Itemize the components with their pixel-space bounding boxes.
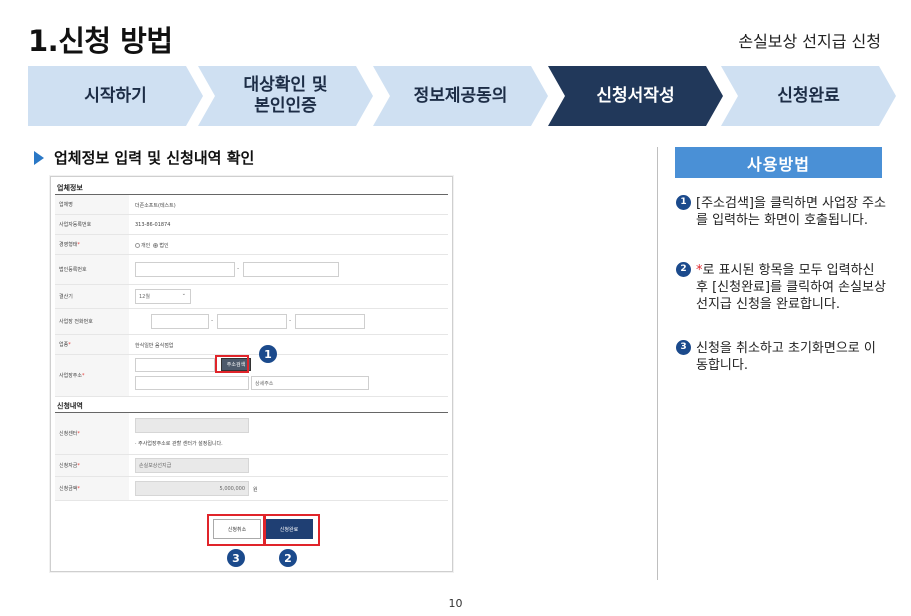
required-mark: *	[82, 372, 85, 379]
corp-reg-no-dash: -	[237, 265, 240, 272]
form-screenshot: 업체정보 업체명 더존소프트(테스트) 사업자등록번호 313-86-01874…	[50, 176, 453, 572]
badge-2: 2	[279, 549, 297, 567]
instruction-2: 2 *로 표시된 항목을 모두 입력하신 후 [신청완료]를 클릭하여 손실보상…	[676, 262, 886, 313]
phone-label: 사업장 전화번호	[55, 309, 129, 334]
industry-label: 업종 *	[55, 335, 129, 354]
industry-value: 한식일반 음식점업	[135, 343, 174, 349]
instruction-2-text: *로 표시된 항목을 모두 입력하신 후 [신청완료]를 클릭하여 손실보상 선…	[696, 262, 886, 313]
biz-reg-no-label: 사업자등록번호	[55, 215, 129, 234]
step-progress-bar: 시작하기 대상확인 및 본인인증 정보제공동의 신청서작성 신청완료	[28, 66, 896, 126]
phone-dash-2: -	[289, 317, 292, 324]
instruction-1-text: [주소검색]을 클릭하면 사업장 주소를 입력하는 화면이 호출됩니다.	[696, 196, 886, 228]
phone-input-3[interactable]	[295, 314, 365, 329]
biz-reg-no-value: 313-86-01874	[135, 222, 171, 228]
triangle-bullet-icon	[34, 150, 44, 165]
address-detail-input[interactable]: 상세주소	[251, 376, 369, 390]
instruction-1-badge: 1	[676, 195, 691, 210]
zip-code-input[interactable]	[135, 358, 215, 372]
row-apply-center: 신청센터 * · 주사업장주소로 관할 센터가 설정됩니다.	[55, 413, 448, 455]
phone-input-2[interactable]	[217, 314, 287, 329]
fiscal-month-select[interactable]: 12월 ⌄	[135, 289, 191, 304]
corp-reg-no-input-1[interactable]	[135, 262, 235, 277]
step-5-label: 신청완료	[777, 85, 840, 106]
step-4-label: 신청서작성	[596, 85, 675, 106]
instruction-3: 3 신청을 취소하고 초기화면으로 이동합니다.	[676, 340, 886, 374]
required-mark: *	[77, 430, 80, 437]
corp-reg-no-label: 법인등록번호	[55, 255, 129, 284]
row-apply-fund: 신청자금 * 손실보상선지급	[55, 455, 448, 477]
address-label: 사업장주소 *	[55, 355, 129, 396]
section-heading: 업체정보 입력 및 신청내역 확인	[34, 147, 254, 168]
corp-reg-no-input-2[interactable]	[243, 262, 339, 277]
step-3: 정보제공동의	[373, 66, 548, 126]
apply-fund-label: 신청자금 *	[55, 455, 129, 476]
apply-center-label: 신청센터 *	[55, 413, 129, 454]
apply-amount-field: 5,000,000	[135, 481, 249, 496]
apply-center-label-text: 신청센터	[59, 431, 78, 437]
address-search-highlight	[215, 355, 249, 373]
address-input[interactable]	[135, 376, 249, 390]
cancel-highlight	[207, 514, 266, 546]
row-biz-type: 경영형태 * 개인 법인	[55, 235, 448, 255]
address-label-text: 사업장주소	[59, 373, 83, 379]
usage-header: 사용방법	[675, 147, 882, 178]
step-3-label: 정보제공동의	[413, 85, 508, 106]
page-number: 10	[448, 597, 463, 610]
company-info-title: 업체정보	[57, 184, 83, 192]
required-mark: *	[77, 241, 80, 248]
radio-individual[interactable]	[135, 243, 140, 248]
row-company-name: 업체명 더존소프트(테스트)	[55, 195, 448, 215]
company-name-label: 업체명	[55, 195, 129, 214]
radio-corporation[interactable]	[153, 243, 159, 248]
vertical-divider	[657, 147, 658, 580]
phone-dash-1: -	[211, 317, 214, 324]
biz-type-label: 경영형태 *	[55, 235, 129, 254]
apply-amount-label: 신청금액 *	[55, 477, 129, 500]
row-fiscal-month: 결산기 12월 ⌄	[55, 285, 448, 309]
row-industry: 업종 * 한식일반 음식점업	[55, 335, 448, 355]
apply-amount-label-text: 신청금액	[59, 486, 78, 492]
row-corp-reg-no: 법인등록번호 -	[55, 255, 448, 285]
instruction-3-badge: 3	[676, 340, 691, 355]
step-2: 대상확인 및 본인인증	[198, 66, 373, 126]
row-phone: 사업장 전화번호 - -	[55, 309, 448, 335]
apply-fund-label-text: 신청자금	[59, 463, 78, 469]
apply-fund-field: 손실보상선지급	[135, 458, 249, 473]
fiscal-month-label: 결산기	[55, 285, 129, 308]
apply-amount-unit: 원	[253, 487, 258, 493]
fiscal-month-value: 12월	[139, 294, 150, 300]
instruction-1: 1 [주소검색]을 클릭하면 사업장 주소를 입력하는 화면이 호출됩니다.	[676, 195, 886, 229]
step-4: 신청서작성	[548, 66, 723, 126]
page-subtitle: 손실보상 선지급 신청	[738, 32, 881, 51]
biz-type-label-text: 경영형태	[59, 242, 78, 248]
step-1: 시작하기	[28, 66, 203, 126]
industry-label-text: 업종	[59, 342, 69, 348]
step-1-label: 시작하기	[84, 85, 147, 106]
row-address: 사업장주소 * 주소검색 상세주소	[55, 355, 448, 397]
instruction-2-body: 로 표시된 항목을 모두 입력하신 후 [신청완료]를 클릭하여 손실보상 선지…	[696, 263, 886, 312]
biz-type-radios: 개인 법인	[135, 242, 169, 249]
phone-input-1[interactable]	[151, 314, 209, 329]
badge-3: 3	[227, 549, 245, 567]
chevron-down-icon: ⌄	[181, 291, 186, 297]
row-apply-amount: 신청금액 * 5,000,000 원	[55, 477, 448, 501]
apply-info-title: 신청내역	[57, 402, 83, 410]
radio-corporation-label: 법인	[159, 243, 169, 249]
row-biz-reg-no: 사업자등록번호 313-86-01874	[55, 215, 448, 235]
company-name-value: 더존소프트(테스트)	[135, 203, 176, 209]
apply-center-note: · 주사업장주소로 관할 센터가 설정됩니다.	[135, 441, 223, 447]
required-mark: *	[68, 341, 71, 348]
apply-center-field	[135, 418, 249, 433]
section-heading-text: 업체정보 입력 및 신청내역 확인	[54, 149, 255, 167]
page-title: 1.신청 방법	[28, 24, 173, 58]
complete-highlight	[263, 514, 320, 546]
required-mark: *	[77, 485, 80, 492]
radio-individual-label: 개인	[141, 243, 151, 249]
step-5: 신청완료	[721, 66, 896, 126]
step-2-label: 대상확인 및 본인인증	[243, 75, 328, 116]
required-mark: *	[77, 462, 80, 469]
badge-1: 1	[259, 345, 277, 363]
instruction-3-text: 신청을 취소하고 초기화면으로 이동합니다.	[696, 341, 876, 373]
instruction-2-badge: 2	[676, 262, 691, 277]
